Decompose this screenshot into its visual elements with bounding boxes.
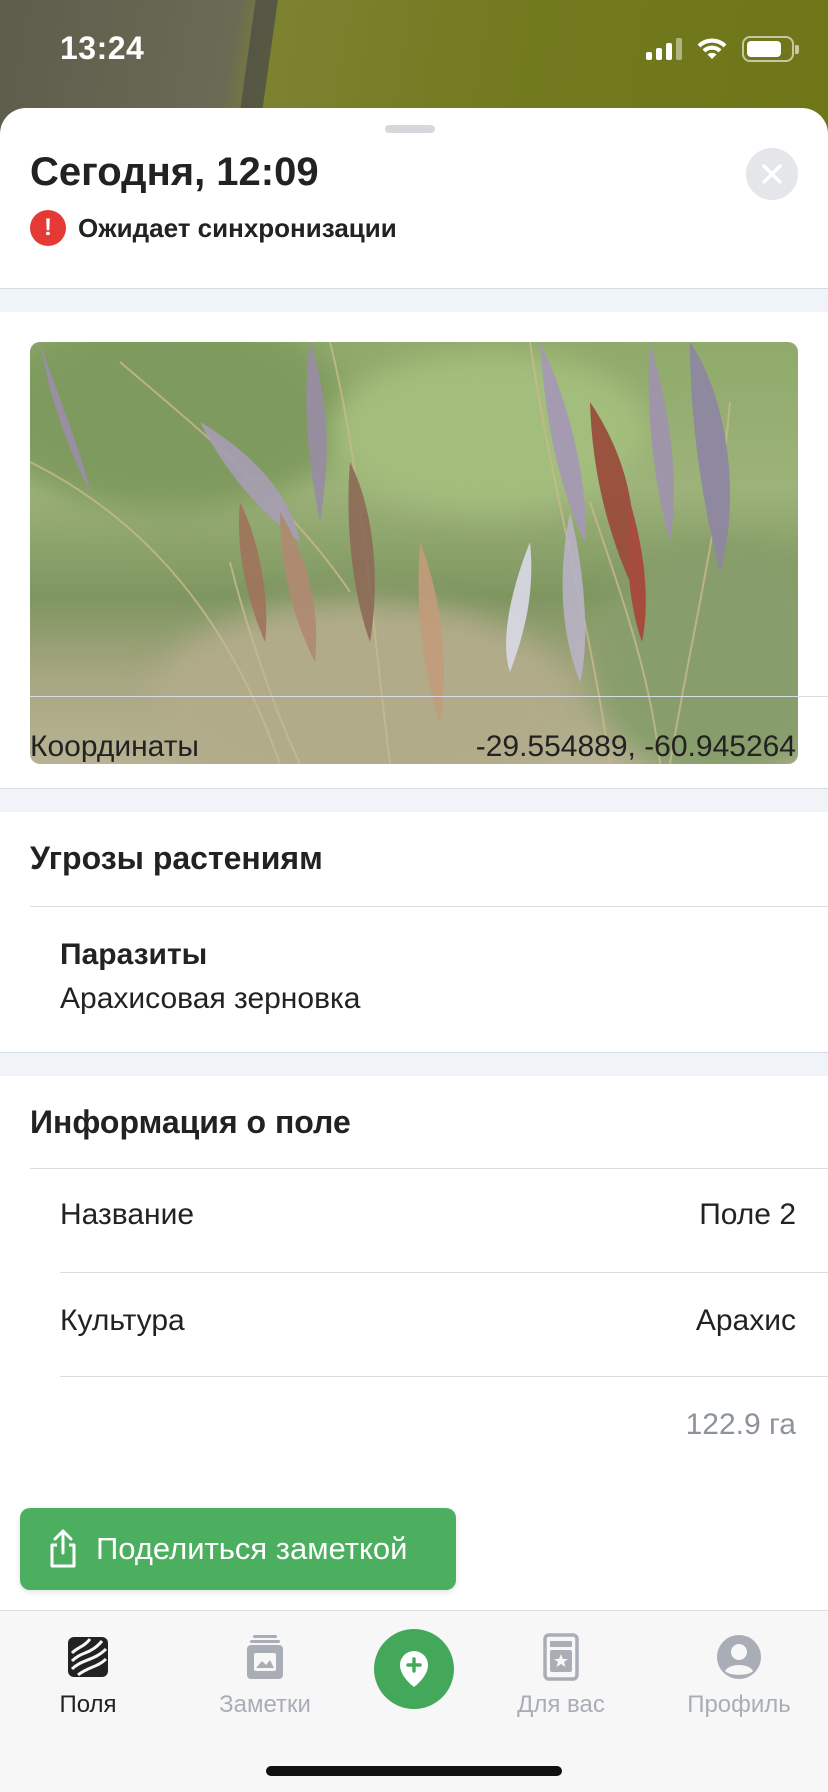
notes-icon <box>247 1635 283 1679</box>
screen: 13:24 Сегодня, 12:09 ! Ожидает синхрониз… <box>0 0 828 1792</box>
field-name-value: Поле 2 <box>699 1198 796 1231</box>
note-photo[interactable] <box>30 342 798 764</box>
divider <box>30 906 828 907</box>
divider <box>30 1168 828 1169</box>
battery-icon <box>742 36 799 62</box>
threat-name: Арахисовая зерновка <box>60 982 361 1015</box>
field-info-section-title: Информация о поле <box>30 1104 351 1140</box>
sync-status-text: Ожидает синхронизации <box>78 212 397 243</box>
section-divider <box>0 788 828 812</box>
sync-status: ! Ожидает синхронизации <box>30 210 397 246</box>
threats-section-title: Угрозы растениям <box>30 840 323 876</box>
fields-icon <box>68 1637 108 1677</box>
crop-value: Арахис <box>695 1304 796 1337</box>
tab-notes[interactable]: Заметки <box>190 1631 340 1719</box>
add-pin-icon <box>400 1651 428 1687</box>
add-note-button[interactable] <box>374 1629 454 1709</box>
status-bar: 13:24 <box>0 0 828 100</box>
section-divider <box>0 288 828 312</box>
share-note-button[interactable]: Поделиться заметкой <box>20 1508 456 1590</box>
close-icon <box>762 164 782 184</box>
share-note-label: Поделиться заметкой <box>96 1531 408 1566</box>
tab-fields[interactable]: Поля <box>13 1631 163 1719</box>
coordinates-value[interactable]: -29.554889, -60.945264 <box>476 730 796 764</box>
tab-profile[interactable]: Профиль <box>664 1631 814 1719</box>
field-name-label: Название <box>60 1198 195 1231</box>
tab-for-you-label: Для вас <box>517 1691 605 1718</box>
tab-notes-label: Заметки <box>219 1691 311 1718</box>
coordinates-label: Координаты <box>30 730 199 763</box>
divider <box>60 1376 828 1377</box>
close-button[interactable] <box>746 148 798 200</box>
tab-bar: Поля Заметки Для вас Профиль <box>0 1610 828 1792</box>
divider <box>30 696 828 697</box>
for-you-icon <box>543 1633 579 1681</box>
share-icon <box>50 1529 76 1568</box>
status-time: 13:24 <box>60 30 145 66</box>
tab-for-you[interactable]: Для вас <box>486 1631 636 1719</box>
section-divider <box>0 1052 828 1076</box>
divider <box>60 1272 828 1273</box>
wifi-icon <box>697 38 727 59</box>
tab-profile-label: Профиль <box>687 1691 791 1718</box>
sheet-grabber[interactable] <box>385 125 435 133</box>
threat-category: Паразиты <box>60 938 208 971</box>
crop-label: Культура <box>60 1304 185 1337</box>
cellular-signal-icon <box>646 38 682 60</box>
note-title: Сегодня, 12:09 <box>30 150 319 194</box>
area-value: 122.9 га <box>685 1408 796 1441</box>
profile-icon <box>717 1635 761 1679</box>
tab-fields-label: Поля <box>59 1691 117 1718</box>
status-icons <box>646 36 799 62</box>
home-indicator <box>266 1766 562 1776</box>
alert-icon: ! <box>30 210 66 246</box>
